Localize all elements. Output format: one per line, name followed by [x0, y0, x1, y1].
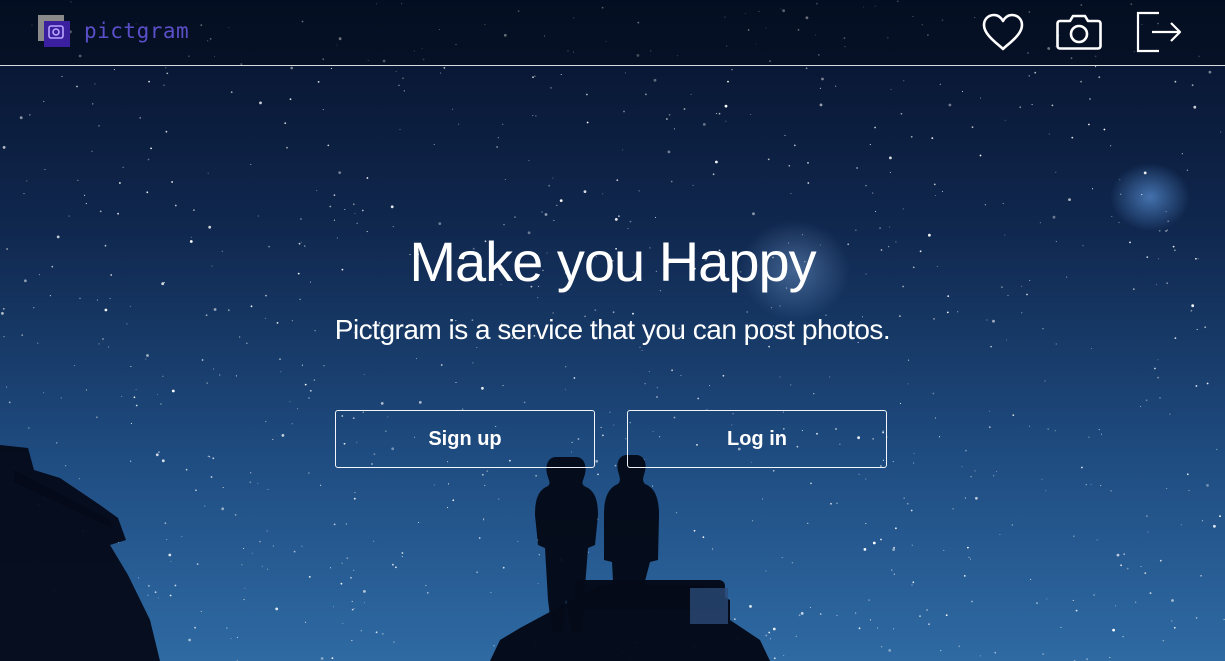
logo-text: pictgram: [84, 19, 190, 43]
logo-link[interactable]: pictgram: [38, 14, 189, 48]
hero-title: Make you Happy: [409, 230, 816, 293]
login-button[interactable]: Log in: [627, 410, 887, 468]
post-photo-button[interactable]: [1055, 10, 1103, 54]
hero-subtitle: Pictgram is a service that you can post …: [334, 314, 891, 345]
page: pictgram Make you Happy Pictgram is a se…: [0, 0, 1225, 661]
heart-icon: [982, 13, 1024, 51]
logo-mark-icon: [38, 15, 70, 47]
logout-button[interactable]: [1135, 10, 1183, 54]
top-navbar: pictgram: [0, 0, 1225, 66]
signup-button[interactable]: Sign up: [335, 410, 595, 468]
camera-icon: [1056, 14, 1102, 50]
logout-icon: [1136, 11, 1182, 53]
favorites-button[interactable]: [979, 10, 1027, 54]
hero-section: Make you Happy Pictgram is a service tha…: [0, 66, 1225, 661]
